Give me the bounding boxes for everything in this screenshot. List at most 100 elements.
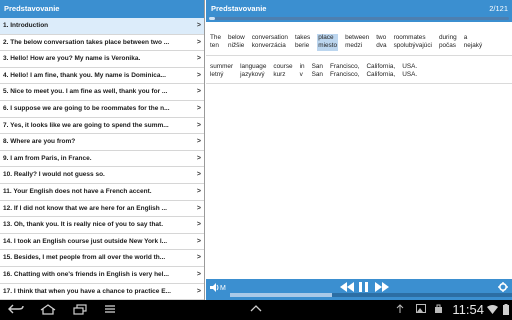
english-word: summer [210, 63, 234, 70]
chevron-right-icon: > [196, 254, 201, 262]
word-pair[interactable]: place miesto [317, 34, 339, 51]
list-item-label: 5. Nice to meet you. I am fine as well, … [3, 88, 168, 96]
list-item-label: 14. I took an English course just outsid… [3, 237, 168, 245]
list-item-label: 17. I think that when you have a chance … [3, 287, 171, 295]
list-item-label: 2. The below conversation takes place be… [3, 38, 170, 46]
word-pair[interactable]: during počas [439, 34, 457, 51]
word-pair[interactable]: The ten [210, 34, 221, 51]
chevron-right-icon: > [196, 237, 201, 245]
list-item[interactable]: 15. Besides, I met people from all over … [0, 250, 204, 267]
list-item[interactable]: 12. If I did not know that we are here f… [0, 201, 204, 218]
reader-pane: Predstavovanie 2/121 The ten below nižšie co… [206, 0, 512, 300]
translated-word: v [299, 71, 303, 78]
reader-header: Predstavovanie 2/121 [206, 0, 512, 22]
word-pair[interactable]: USA. USA. [402, 63, 417, 79]
word-pair[interactable]: language jazykový [240, 63, 266, 79]
list-item-label: 3. Hello! How are you? My name is Veroni… [3, 55, 141, 63]
english-word: USA. [402, 63, 418, 70]
word-pair[interactable]: below nižšie [228, 34, 245, 51]
list-item-label: 11. Your English does not have a French … [3, 187, 152, 195]
list-item[interactable]: 9. I am from Paris, in France. > [0, 151, 204, 168]
chevron-right-icon: > [196, 204, 201, 212]
english-word: between [345, 34, 370, 41]
word-pair[interactable]: between medzi [345, 34, 369, 51]
list-item-label: 13. Oh, thank you. It is really nice of … [3, 221, 164, 229]
word-pair[interactable]: two dva [376, 34, 386, 51]
list-item-label: 6. I suppose we are going to be roommate… [3, 104, 170, 112]
translated-word: jazykový [240, 71, 265, 78]
list-item[interactable]: 3. Hello! How are you? My name is Veroni… [0, 51, 204, 68]
word-pair[interactable]: course kurz [273, 63, 292, 79]
word-pair[interactable]: San San [312, 63, 323, 79]
english-word: roommates [393, 34, 426, 41]
english-word: below [228, 34, 245, 41]
list-item[interactable]: 1. Introduction > [0, 18, 204, 35]
speed-label[interactable]: M [220, 284, 226, 294]
list-item-label: 16. Chatting with one's friends in Engli… [3, 270, 169, 278]
translated-word: ten [210, 42, 219, 49]
translated-word: USA. [402, 71, 418, 78]
recent-apps-icon[interactable] [73, 304, 87, 319]
list-item[interactable]: 6. I suppose we are going to be roommate… [0, 101, 204, 118]
list-item-label: 10. Really? I would not guess so. [3, 171, 105, 179]
chevron-up-icon[interactable] [250, 304, 262, 316]
translated-word: Francisco, [329, 71, 360, 78]
lesson-progress-fill [209, 17, 215, 20]
chevron-right-icon: > [196, 270, 201, 278]
chevron-right-icon: > [196, 287, 201, 295]
list-item[interactable]: 10. Really? I would not guess so. > [0, 167, 204, 184]
back-arrow-icon[interactable] [8, 304, 24, 318]
word-pair[interactable]: takes berie [295, 34, 310, 51]
audio-progress-bar[interactable] [230, 293, 512, 297]
translated-word: nejaký [463, 42, 483, 49]
list-item[interactable]: 7. Yes, it looks like we are going to sp… [0, 118, 204, 135]
english-word: conversation [251, 34, 288, 41]
audio-player-bar: M [206, 279, 512, 300]
english-word: The [210, 34, 222, 41]
chevron-right-icon: > [196, 22, 201, 29]
list-item-label: 9. I am from Paris, in France. [3, 154, 92, 162]
chevron-right-icon: > [196, 38, 201, 46]
word-pair[interactable]: conversation konverzácia [252, 34, 288, 51]
list-item[interactable]: 14. I took an English course just outsid… [0, 234, 204, 251]
word-pair[interactable]: roommates spolubývajúci [394, 34, 432, 51]
english-word: two [376, 34, 387, 41]
menu-icon[interactable] [104, 304, 116, 318]
chevron-right-icon: > [196, 121, 201, 129]
translated-word: spolubývajúci [393, 42, 432, 49]
wifi-icon [487, 304, 498, 318]
lesson-list-pane: Predstavovanie 1. Introduction >2. The be… [0, 0, 205, 300]
word-pair[interactable]: Francisco, Francisco, [330, 63, 359, 79]
chevron-right-icon: > [196, 138, 201, 146]
list-item[interactable]: 13. Oh, thank you. It is really nice of … [0, 217, 204, 234]
chevron-right-icon: > [196, 187, 201, 195]
lesson-list: 1. Introduction >2. The below conversatio… [0, 18, 204, 300]
chevron-right-icon: > [196, 154, 201, 162]
list-item[interactable]: 5. Nice to meet you. I am fine as well, … [0, 84, 204, 101]
translated-word: nižšie [228, 42, 245, 49]
list-item[interactable]: 2. The below conversation takes place be… [0, 35, 204, 52]
clock: 11:54 [452, 302, 484, 317]
list-item[interactable]: 11. Your English does not have a French … [0, 184, 204, 201]
home-icon[interactable] [40, 304, 56, 319]
list-item-label: 15. Besides, I met people from all over … [3, 254, 166, 262]
list-item-label: 4. Hello! I am fine, thank you. My name … [3, 71, 166, 79]
translated-word: letný [210, 71, 224, 78]
list-item[interactable]: 16. Chatting with one's friends in Engli… [0, 267, 204, 284]
word-pair[interactable]: a nejaký [464, 34, 482, 51]
list-item-label: 12. If I did not know that we are here f… [3, 204, 167, 212]
english-word: place [318, 34, 334, 41]
list-item-label: 1. Introduction [3, 22, 49, 29]
word-pair[interactable]: California, California, [366, 63, 395, 79]
chevron-right-icon: > [196, 104, 201, 112]
word-pair[interactable]: summer letný [210, 63, 233, 79]
chevron-right-icon: > [196, 221, 201, 229]
list-item[interactable]: 17. I think that when you have a chance … [0, 284, 204, 300]
volume-icon[interactable] [210, 283, 220, 295]
list-item[interactable]: 4. Hello! I am fine, thank you. My name … [0, 68, 204, 85]
sentence-block: summer letný language jazykový course kurz in v… [206, 59, 512, 84]
list-item[interactable]: 8. Where are you from? > [0, 134, 204, 151]
word-pair[interactable]: in v [300, 63, 305, 79]
translated-word: California, [366, 71, 396, 78]
battery-icon [503, 304, 509, 319]
